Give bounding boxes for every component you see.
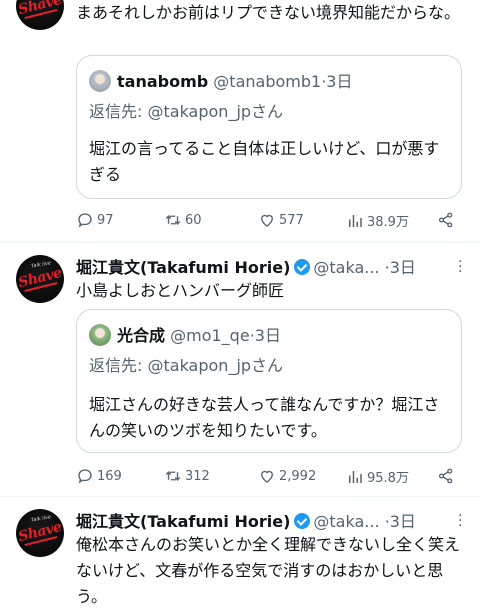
like-button[interactable]: 2,992 [258, 467, 316, 485]
share-button[interactable] [437, 467, 458, 485]
like-count: 2,992 [279, 468, 317, 484]
tweet-text: まあそれしかお前はリプできない境界知能だからな。 [76, 3, 461, 22]
reply-context: 返信先: @takapon_jpさん [89, 356, 284, 375]
reply-button[interactable]: 169 [76, 467, 122, 485]
quoted-author-name: tanabomb [117, 72, 209, 91]
tweet-actions: 169 312 2,992 95.8万 [76, 467, 460, 487]
author-name[interactable]: 堀江貴文(Takafumi Horie) [76, 512, 290, 531]
quoted-tweet[interactable]: tanabomb @tanabomb1·3日 返信先: @takapon_jpさ… [76, 55, 462, 199]
views-button[interactable]: 95.8万 [346, 467, 409, 486]
timestamp[interactable]: 3日 [390, 258, 416, 277]
author-handle[interactable]: @taka... [313, 512, 379, 531]
author-handle[interactable]: @taka... [313, 258, 379, 277]
avatar[interactable]: Talk live Shave [16, 0, 64, 30]
view-count: 38.9万 [367, 215, 409, 230]
quoted-author-handle: @tanabomb1 [213, 72, 322, 91]
more-options-icon[interactable]: · · · [458, 509, 462, 533]
reply-icon [78, 213, 92, 228]
quoted-tweet-header: 光合成 @mo1_qe·3日 [89, 322, 281, 346]
reply-context: 返信先: @takapon_jpさん [89, 102, 284, 121]
quoted-tweet-text: 堀江の言ってること自体は正しいけど、口が悪すぎる [89, 139, 440, 184]
reply-handle: @takapon_jp [147, 102, 252, 121]
reply-handle: @takapon_jp [147, 356, 252, 375]
retweet-icon [165, 214, 181, 226]
tweet-header: 堀江貴文(Takafumi Horie) @taka... ·3日 [76, 512, 416, 531]
more-options-icon[interactable]: · · · [458, 255, 462, 279]
verified-badge-icon [294, 259, 311, 275]
reply-count: 169 [97, 468, 122, 484]
quoted-tweet-text: 堀江さんの好きな芸人って誰なんですか？堀江さんの笑いのツボを知りたいです。 [89, 395, 440, 440]
quoted-avatar [89, 324, 111, 346]
quoted-author-handle: @mo1_qe [170, 326, 250, 345]
retweet-count: 60 [185, 212, 202, 228]
tweet-text: 俺松本さんのお笑いとか全く理解できないし全く笑えないけど、文春が作る空気で消すの… [76, 535, 461, 606]
views-button[interactable]: 38.9万 [346, 211, 409, 230]
retweet-icon [165, 470, 181, 482]
views-icon [349, 214, 362, 227]
reply-button[interactable]: 97 [76, 211, 114, 229]
share-icon [438, 212, 453, 228]
timestamp[interactable]: 3日 [390, 512, 416, 531]
reply-icon [78, 469, 92, 484]
like-button[interactable]: 577 [258, 211, 304, 229]
author-name[interactable]: 堀江貴文(Takafumi Horie) [76, 258, 290, 277]
avatar[interactable]: Talk live Shave [16, 509, 64, 557]
views-icon [349, 470, 362, 483]
quoted-timestamp: 3日 [254, 326, 281, 345]
quoted-avatar [89, 70, 111, 92]
tweet-text: 小島よしおとハンバーグ師匠 [76, 281, 285, 300]
tweet-header: 堀江貴文(Takafumi Horie) @taka... ·3日 [76, 258, 416, 277]
tweet-2[interactable]: Talk live Shave 堀江貴文(Takafumi Horie) @tak… [0, 243, 480, 496]
share-button[interactable] [437, 211, 458, 229]
retweet-count: 312 [185, 468, 210, 484]
timeline: Talk live Shave まあそれしかお前はリプできない境界知能だからな。… [0, 0, 480, 610]
retweet-button[interactable]: 60 [164, 211, 202, 229]
tweet-1[interactable]: Talk live Shave まあそれしかお前はリプできない境界知能だからな。… [0, 0, 480, 240]
tweet-actions: 97 60 577 38.9万 [76, 211, 460, 231]
avatar[interactable]: Talk live Shave [16, 255, 64, 303]
view-count: 95.8万 [367, 471, 409, 486]
heart-icon [261, 470, 273, 483]
quoted-timestamp: 3日 [326, 72, 353, 91]
quoted-tweet[interactable]: 光合成 @mo1_qe·3日 返信先: @takapon_jpさん 堀江さんの好… [76, 309, 462, 453]
share-icon [438, 468, 453, 484]
tweet-3[interactable]: Talk live Shave 堀江貴文(Takafumi Horie) @tak… [0, 497, 480, 610]
like-count: 577 [279, 212, 304, 228]
quoted-author-name: 光合成 [117, 326, 166, 345]
reply-count: 97 [97, 212, 114, 228]
verified-badge-icon [294, 513, 311, 529]
heart-icon [261, 214, 273, 227]
quoted-tweet-header: tanabomb @tanabomb1·3日 [89, 68, 352, 92]
retweet-button[interactable]: 312 [164, 467, 210, 485]
